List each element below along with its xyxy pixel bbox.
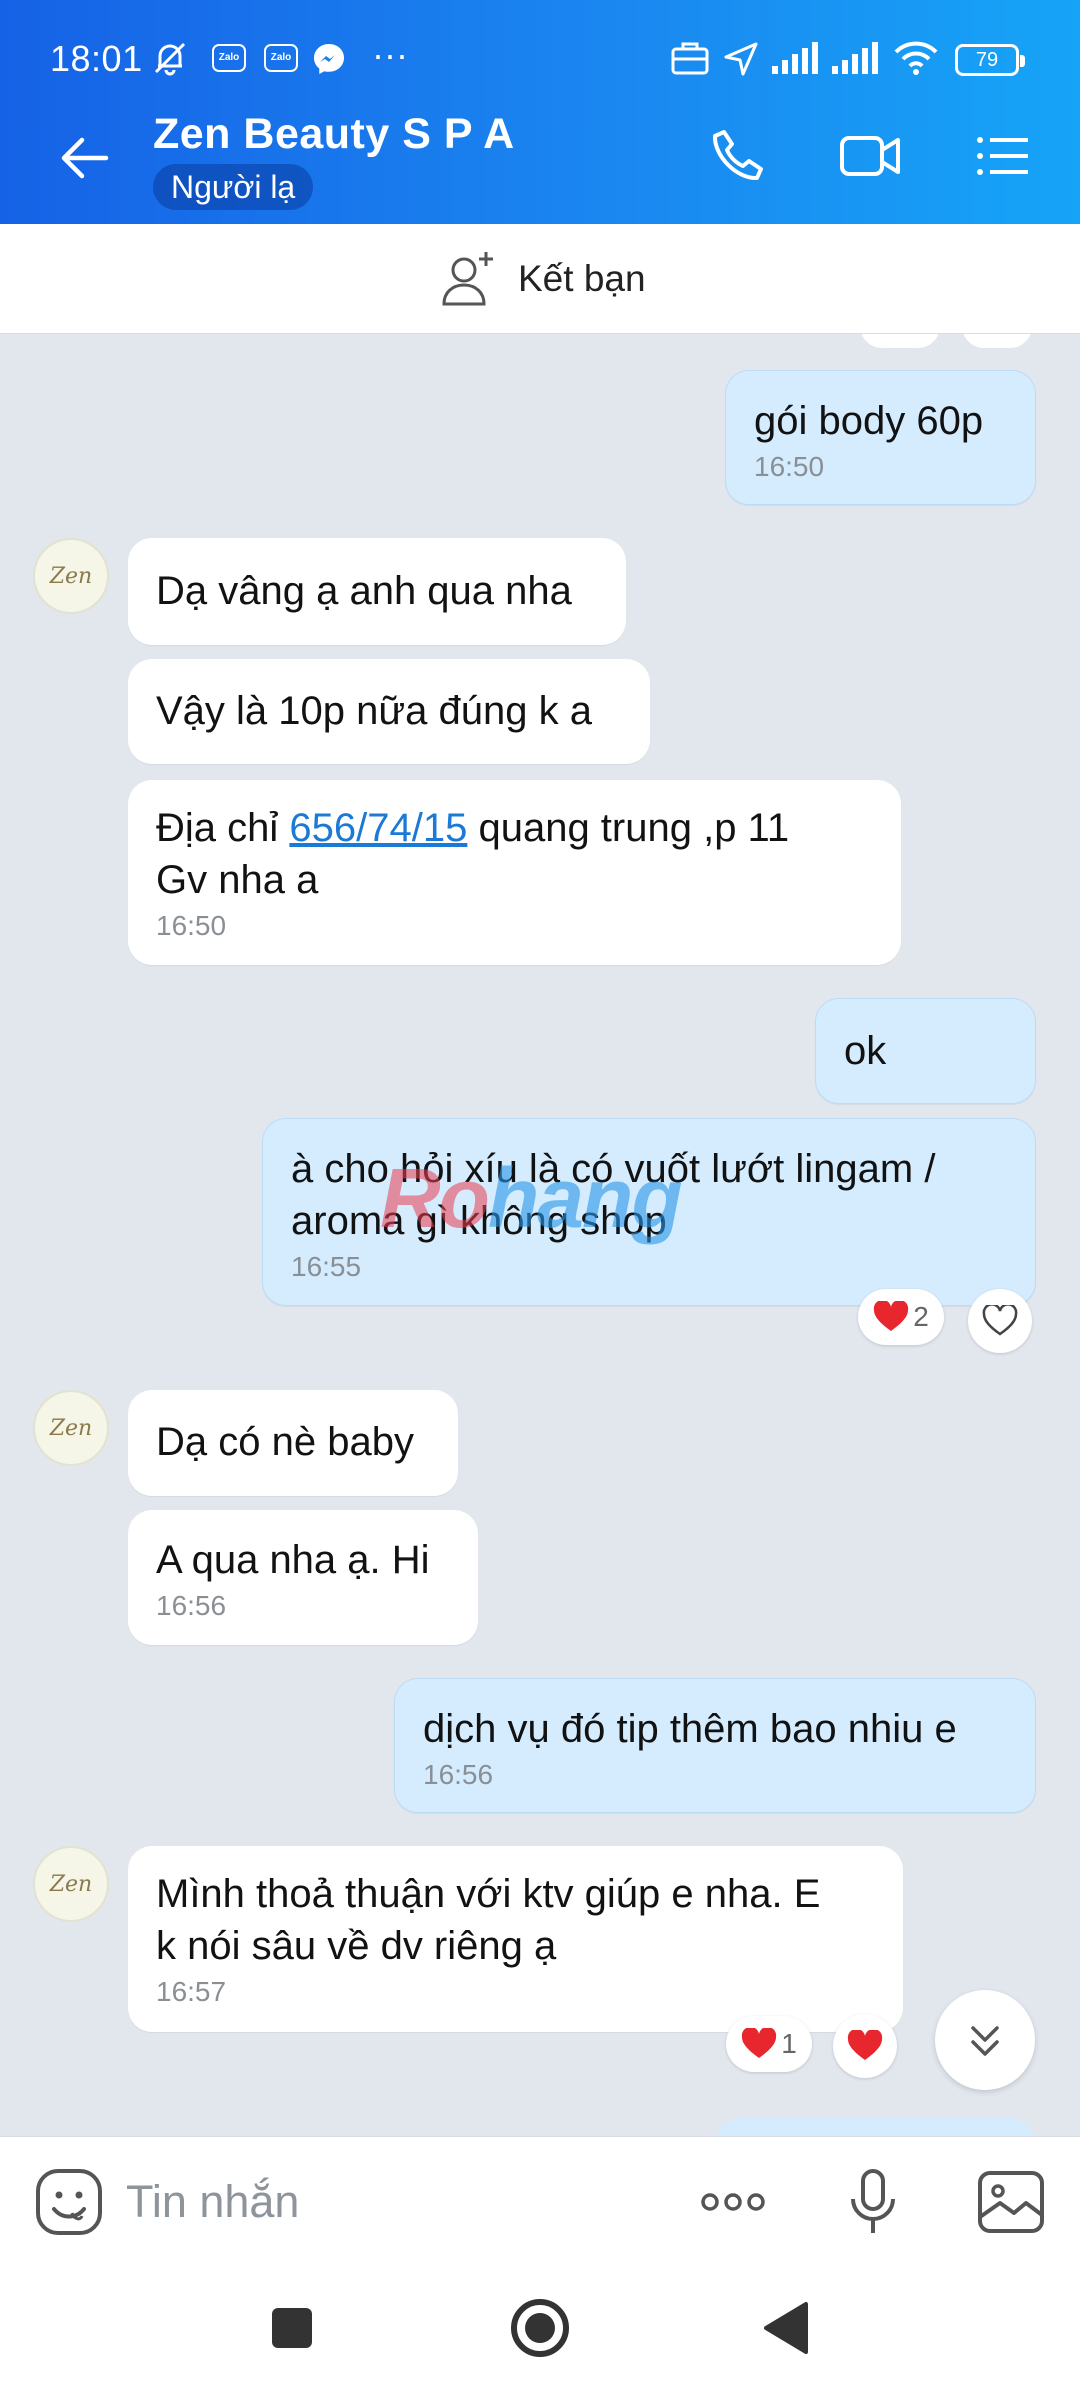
message-time: 16:50 xyxy=(156,910,227,941)
message-bubble[interactable]: gói body 60p 16:50 xyxy=(725,370,1036,505)
home-button[interactable] xyxy=(500,2288,580,2368)
zalo-notification-icon: Zalo xyxy=(212,44,246,72)
video-call-button[interactable] xyxy=(834,120,906,192)
contact-avatar[interactable]: Zen xyxy=(33,1390,109,1466)
system-navigation-bar xyxy=(0,2266,1080,2400)
message-time: 16:57 xyxy=(156,1976,227,2007)
list-menu-icon xyxy=(977,137,1028,175)
wifi-icon xyxy=(893,40,939,81)
react-heart-button[interactable] xyxy=(833,2014,897,2078)
microphone-icon xyxy=(851,2169,895,2233)
stranger-badge: Người lạ xyxy=(153,164,314,210)
contact-avatar[interactable]: Zen xyxy=(33,1846,109,1922)
message-bubble[interactable]: Địa chỉ 656/74/15 quang trung ,p 11 Gv n… xyxy=(128,780,901,965)
message-text: gói body 60p xyxy=(754,399,984,443)
sticker-button[interactable] xyxy=(32,2165,106,2239)
reaction-count: 1 xyxy=(781,2028,797,2059)
message-time: 16:55 xyxy=(291,1251,362,1282)
image-gallery-icon xyxy=(978,2171,1044,2233)
triangle-back-icon xyxy=(764,2302,808,2354)
heart-outline-icon xyxy=(982,1305,1018,1336)
message-bubble[interactable]: ok xyxy=(815,998,1036,1104)
heart-icon xyxy=(847,2030,883,2060)
phone-icon xyxy=(712,130,763,181)
message-input-bar xyxy=(0,2136,1080,2266)
message-time: 16:50 xyxy=(754,451,825,482)
recent-apps-button[interactable] xyxy=(252,2288,332,2368)
react-heart-button[interactable] xyxy=(968,1289,1032,1353)
back-button[interactable] xyxy=(52,126,116,190)
message-text: A qua nha ạ. Hi xyxy=(156,1538,430,1582)
message-text-line2: k nói sâu về dv riêng ạ xyxy=(156,1924,557,1968)
reaction-count-badge[interactable]: 2 xyxy=(858,1289,944,1345)
briefcase-icon xyxy=(670,40,710,81)
partial-message-bubble xyxy=(714,2118,1036,2136)
message-bubble[interactable]: dịch vụ đó tip thêm bao nhiu e 16:56 xyxy=(394,1678,1036,1813)
contact-avatar[interactable]: Zen xyxy=(33,538,109,614)
square-icon xyxy=(272,2308,312,2348)
reaction-count-badge[interactable]: 1 xyxy=(726,2016,812,2072)
location-arrow-icon xyxy=(722,40,760,83)
photo-button[interactable] xyxy=(974,2165,1048,2239)
message-bubble[interactable]: Mình thoả thuận với ktv giúp e nha. E k … xyxy=(128,1846,903,2032)
message-text: Mình thoả thuận với ktv giúp e nha. E xyxy=(156,1872,821,1916)
message-text: Dạ có nè baby xyxy=(156,1420,414,1464)
sticker-emoji-icon xyxy=(36,2169,102,2235)
voice-call-button[interactable] xyxy=(702,120,774,192)
message-text: Dạ vâng ạ anh qua nha xyxy=(156,569,572,613)
battery-indicator: 79 xyxy=(955,44,1025,76)
video-camera-icon xyxy=(840,136,900,176)
status-bar: 18:01 Zalo Zalo ··· 79 xyxy=(0,0,1080,92)
partial-reaction-2 xyxy=(962,334,1032,348)
partial-reaction xyxy=(860,334,940,348)
contact-name[interactable]: Zen Beauty S P A xyxy=(153,110,515,159)
message-text: ok xyxy=(844,1029,887,1073)
message-time: 16:56 xyxy=(423,1759,494,1790)
menu-button[interactable] xyxy=(966,120,1038,192)
back-arrow-icon xyxy=(61,137,109,179)
signal-icon-2 xyxy=(832,42,880,79)
scroll-to-bottom-button[interactable] xyxy=(935,1990,1035,2090)
mute-bell-icon xyxy=(150,38,190,83)
add-user-icon xyxy=(442,252,493,306)
status-time: 18:01 xyxy=(50,38,143,79)
add-friend-bar: Kết bạn xyxy=(0,224,1080,334)
message-text: Địa chỉ 656/74/15 quang trung ,p 11 xyxy=(156,806,790,850)
message-list[interactable]: gói body 60p 16:50 Zen Dạ vâng ạ anh qua… xyxy=(0,334,1080,2136)
chat-header: Zen Beauty S P A Người lạ xyxy=(0,92,1080,224)
heart-icon xyxy=(742,2028,777,2058)
heart-icon xyxy=(874,1301,909,1331)
message-text-line2: Gv nha a xyxy=(156,858,319,902)
message-input[interactable] xyxy=(126,2169,666,2235)
circle-home-icon xyxy=(511,2299,569,2357)
more-notifications-indicator: ··· xyxy=(372,34,408,75)
add-friend-label: Kết bạn xyxy=(518,258,646,299)
more-dots-icon xyxy=(701,2193,765,2211)
message-bubble[interactable]: A qua nha ạ. Hi 16:56 xyxy=(128,1510,478,1645)
message-bubble[interactable]: Vậy là 10p nữa đúng k a xyxy=(128,659,650,764)
add-friend-button[interactable]: Kết bạn xyxy=(438,246,646,312)
messenger-icon xyxy=(312,42,346,81)
message-text: Vậy là 10p nữa đúng k a xyxy=(156,689,592,733)
back-nav-button[interactable] xyxy=(748,2288,828,2368)
top-bar: 18:01 Zalo Zalo ··· 79 Zen Beauty S P A … xyxy=(0,0,1080,224)
message-text: dịch vụ đó tip thêm bao nhiu e xyxy=(423,1707,957,1751)
message-bubble[interactable]: Dạ có nè baby xyxy=(128,1390,458,1496)
signal-icon xyxy=(772,42,820,79)
address-link[interactable]: 656/74/15 xyxy=(289,806,467,850)
watermark: Rohang xyxy=(380,1151,683,1245)
zalo-notification-icon-2: Zalo xyxy=(264,44,298,72)
reaction-count: 2 xyxy=(913,1301,929,1332)
double-chevron-down-icon xyxy=(971,2026,999,2056)
more-options-button[interactable] xyxy=(696,2165,770,2239)
message-time: 16:56 xyxy=(156,1590,227,1621)
message-bubble[interactable]: Dạ vâng ạ anh qua nha xyxy=(128,538,626,645)
voice-message-button[interactable] xyxy=(836,2165,910,2239)
